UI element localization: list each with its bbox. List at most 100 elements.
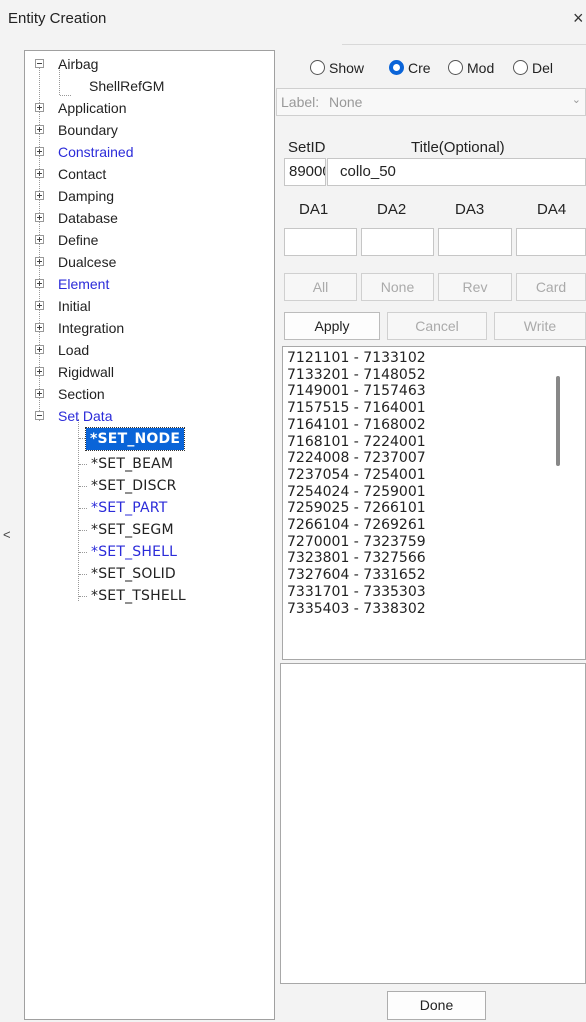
tree-item-database[interactable]: Database xyxy=(31,207,271,229)
tree-item-set-beam[interactable]: *SET_BEAM xyxy=(31,453,271,475)
comment-area[interactable] xyxy=(280,663,586,984)
tree-item-set-solid[interactable]: *SET_SOLID xyxy=(31,563,271,585)
label-select-caption: Label: xyxy=(281,94,320,110)
expand-icon[interactable] xyxy=(35,345,44,354)
title-field[interactable]: collo_50 xyxy=(327,158,586,186)
collapse-panel-icon[interactable]: < xyxy=(3,527,11,542)
cancel-button[interactable]: Cancel xyxy=(387,312,487,340)
tree-item-label: Boundary xyxy=(58,122,118,138)
expand-icon[interactable] xyxy=(35,169,44,178)
chevron-down-icon: ⌄ xyxy=(571,94,581,106)
tree-item-element[interactable]: Element xyxy=(31,273,271,295)
scrollbar-thumb[interactable] xyxy=(556,376,560,466)
list-item[interactable]: 7149001 - 7157463 xyxy=(287,383,426,400)
list-item[interactable]: 7237054 - 7254001 xyxy=(287,467,426,484)
tree-item-rigidwall[interactable]: Rigidwall xyxy=(31,361,271,383)
rev-button[interactable]: Rev xyxy=(438,273,512,301)
da4-field[interactable] xyxy=(516,228,586,256)
tree-item-label: Integration xyxy=(58,320,125,336)
tree-item-contact[interactable]: Contact xyxy=(31,163,271,185)
list-item[interactable]: 7327604 - 7331652 xyxy=(287,567,426,584)
tree-item-label: Damping xyxy=(58,188,115,204)
tree-item-shellrefgm[interactable]: ShellRefGM xyxy=(31,77,271,99)
collapse-icon[interactable] xyxy=(35,59,44,68)
expand-icon[interactable] xyxy=(35,389,44,398)
radio-label: Show xyxy=(329,60,365,76)
card-button[interactable]: Card xyxy=(516,273,586,301)
tree-item-label: *SET_SOLID xyxy=(91,566,176,582)
tree-item-set-node[interactable]: *SET_NODE xyxy=(31,427,271,451)
tree-item-constrained[interactable]: Constrained xyxy=(31,141,271,163)
list-item[interactable]: 7224008 - 7237007 xyxy=(287,450,426,467)
title-bar: Entity Creation × xyxy=(0,0,586,44)
tree-item-application[interactable]: Application xyxy=(31,97,271,119)
tree-item-set-tshell[interactable]: *SET_TSHELL xyxy=(31,585,271,607)
list-item[interactable]: 7254024 - 7259001 xyxy=(287,484,426,501)
expand-icon[interactable] xyxy=(35,103,44,112)
radio-circle xyxy=(310,60,325,75)
tree-item-label: Contact xyxy=(58,166,107,182)
tree-item-section[interactable]: Section xyxy=(31,383,271,405)
list-item[interactable]: 7157515 - 7164001 xyxy=(287,400,426,417)
done-button[interactable]: Done xyxy=(387,991,486,1020)
expand-icon[interactable] xyxy=(35,235,44,244)
tree-item-label: *SET_DISCR xyxy=(91,478,177,494)
list-item[interactable]: 7266104 - 7269261 xyxy=(287,517,426,534)
radio-circle xyxy=(513,60,528,75)
radio-circle-selected xyxy=(389,60,404,75)
tree-item-set-part[interactable]: *SET_PART xyxy=(31,497,271,519)
node-range-list[interactable]: 7121101 - 7133102 7133201 - 7148052 714900… xyxy=(282,346,586,660)
setid-value: 89000 xyxy=(289,163,325,180)
range-items: 7121101 - 7133102 7133201 - 7148052 714900… xyxy=(287,350,426,617)
expand-icon[interactable] xyxy=(35,367,44,376)
all-button[interactable]: All xyxy=(284,273,357,301)
expand-icon[interactable] xyxy=(35,301,44,310)
setid-field[interactable]: 89000 xyxy=(284,158,326,186)
tree-item-integration[interactable]: Integration xyxy=(31,317,271,339)
da3-field[interactable] xyxy=(438,228,512,256)
tree-item-label: Section xyxy=(58,386,105,402)
list-item[interactable]: 7270001 - 7323759 xyxy=(287,534,426,551)
keyword-tree[interactable]: Airbag ShellRefGM Application Boundary C… xyxy=(24,50,275,1020)
da2-field[interactable] xyxy=(361,228,434,256)
list-item[interactable]: 7121101 - 7133102 xyxy=(287,350,426,367)
close-icon[interactable]: × xyxy=(573,8,584,29)
list-item[interactable]: 7323801 - 7327566 xyxy=(287,550,426,567)
tree-item-set-discr[interactable]: *SET_DISCR xyxy=(31,475,271,497)
write-button[interactable]: Write xyxy=(494,312,586,340)
expand-icon[interactable] xyxy=(35,125,44,134)
expand-icon[interactable] xyxy=(35,191,44,200)
list-item[interactable]: 7331701 - 7335303 xyxy=(287,584,426,601)
tree-item-set-data[interactable]: Set Data xyxy=(31,405,271,427)
tree-item-define[interactable]: Define xyxy=(31,229,271,251)
tree-item-initial[interactable]: Initial xyxy=(31,295,271,317)
tree-item-label: *SET_TSHELL xyxy=(91,588,186,604)
tree-item-load[interactable]: Load xyxy=(31,339,271,361)
tree-item-label: Initial xyxy=(58,298,91,314)
tree-item-label: Element xyxy=(58,276,110,292)
tree-item-dualcese[interactable]: Dualcese xyxy=(31,251,271,273)
da1-field[interactable] xyxy=(284,228,357,256)
label-select[interactable]: Label: None ⌄ xyxy=(276,88,586,116)
expand-icon[interactable] xyxy=(35,323,44,332)
expand-icon[interactable] xyxy=(35,147,44,156)
list-item[interactable]: 7259025 - 7266101 xyxy=(287,500,426,517)
expand-icon[interactable] xyxy=(35,257,44,266)
tree-item-airbag[interactable]: Airbag xyxy=(31,53,271,75)
tree-item-boundary[interactable]: Boundary xyxy=(31,119,271,141)
radio-label: Mod xyxy=(467,60,495,76)
collapse-icon[interactable] xyxy=(35,411,44,420)
tree-item-label: *SET_SEGM xyxy=(91,522,174,538)
window-title: Entity Creation xyxy=(8,10,107,27)
list-item[interactable]: 7133201 - 7148052 xyxy=(287,367,426,384)
tree-item-set-segm[interactable]: *SET_SEGM xyxy=(31,519,271,541)
none-button[interactable]: None xyxy=(361,273,434,301)
list-item[interactable]: 7335403 - 7338302 xyxy=(287,601,426,618)
list-item[interactable]: 7164101 - 7168002 xyxy=(287,417,426,434)
tree-item-damping[interactable]: Damping xyxy=(31,185,271,207)
expand-icon[interactable] xyxy=(35,279,44,288)
expand-icon[interactable] xyxy=(35,213,44,222)
list-item[interactable]: 7168101 - 7224001 xyxy=(287,434,426,451)
apply-button[interactable]: Apply xyxy=(284,312,380,340)
tree-item-set-shell[interactable]: *SET_SHELL xyxy=(31,541,271,563)
